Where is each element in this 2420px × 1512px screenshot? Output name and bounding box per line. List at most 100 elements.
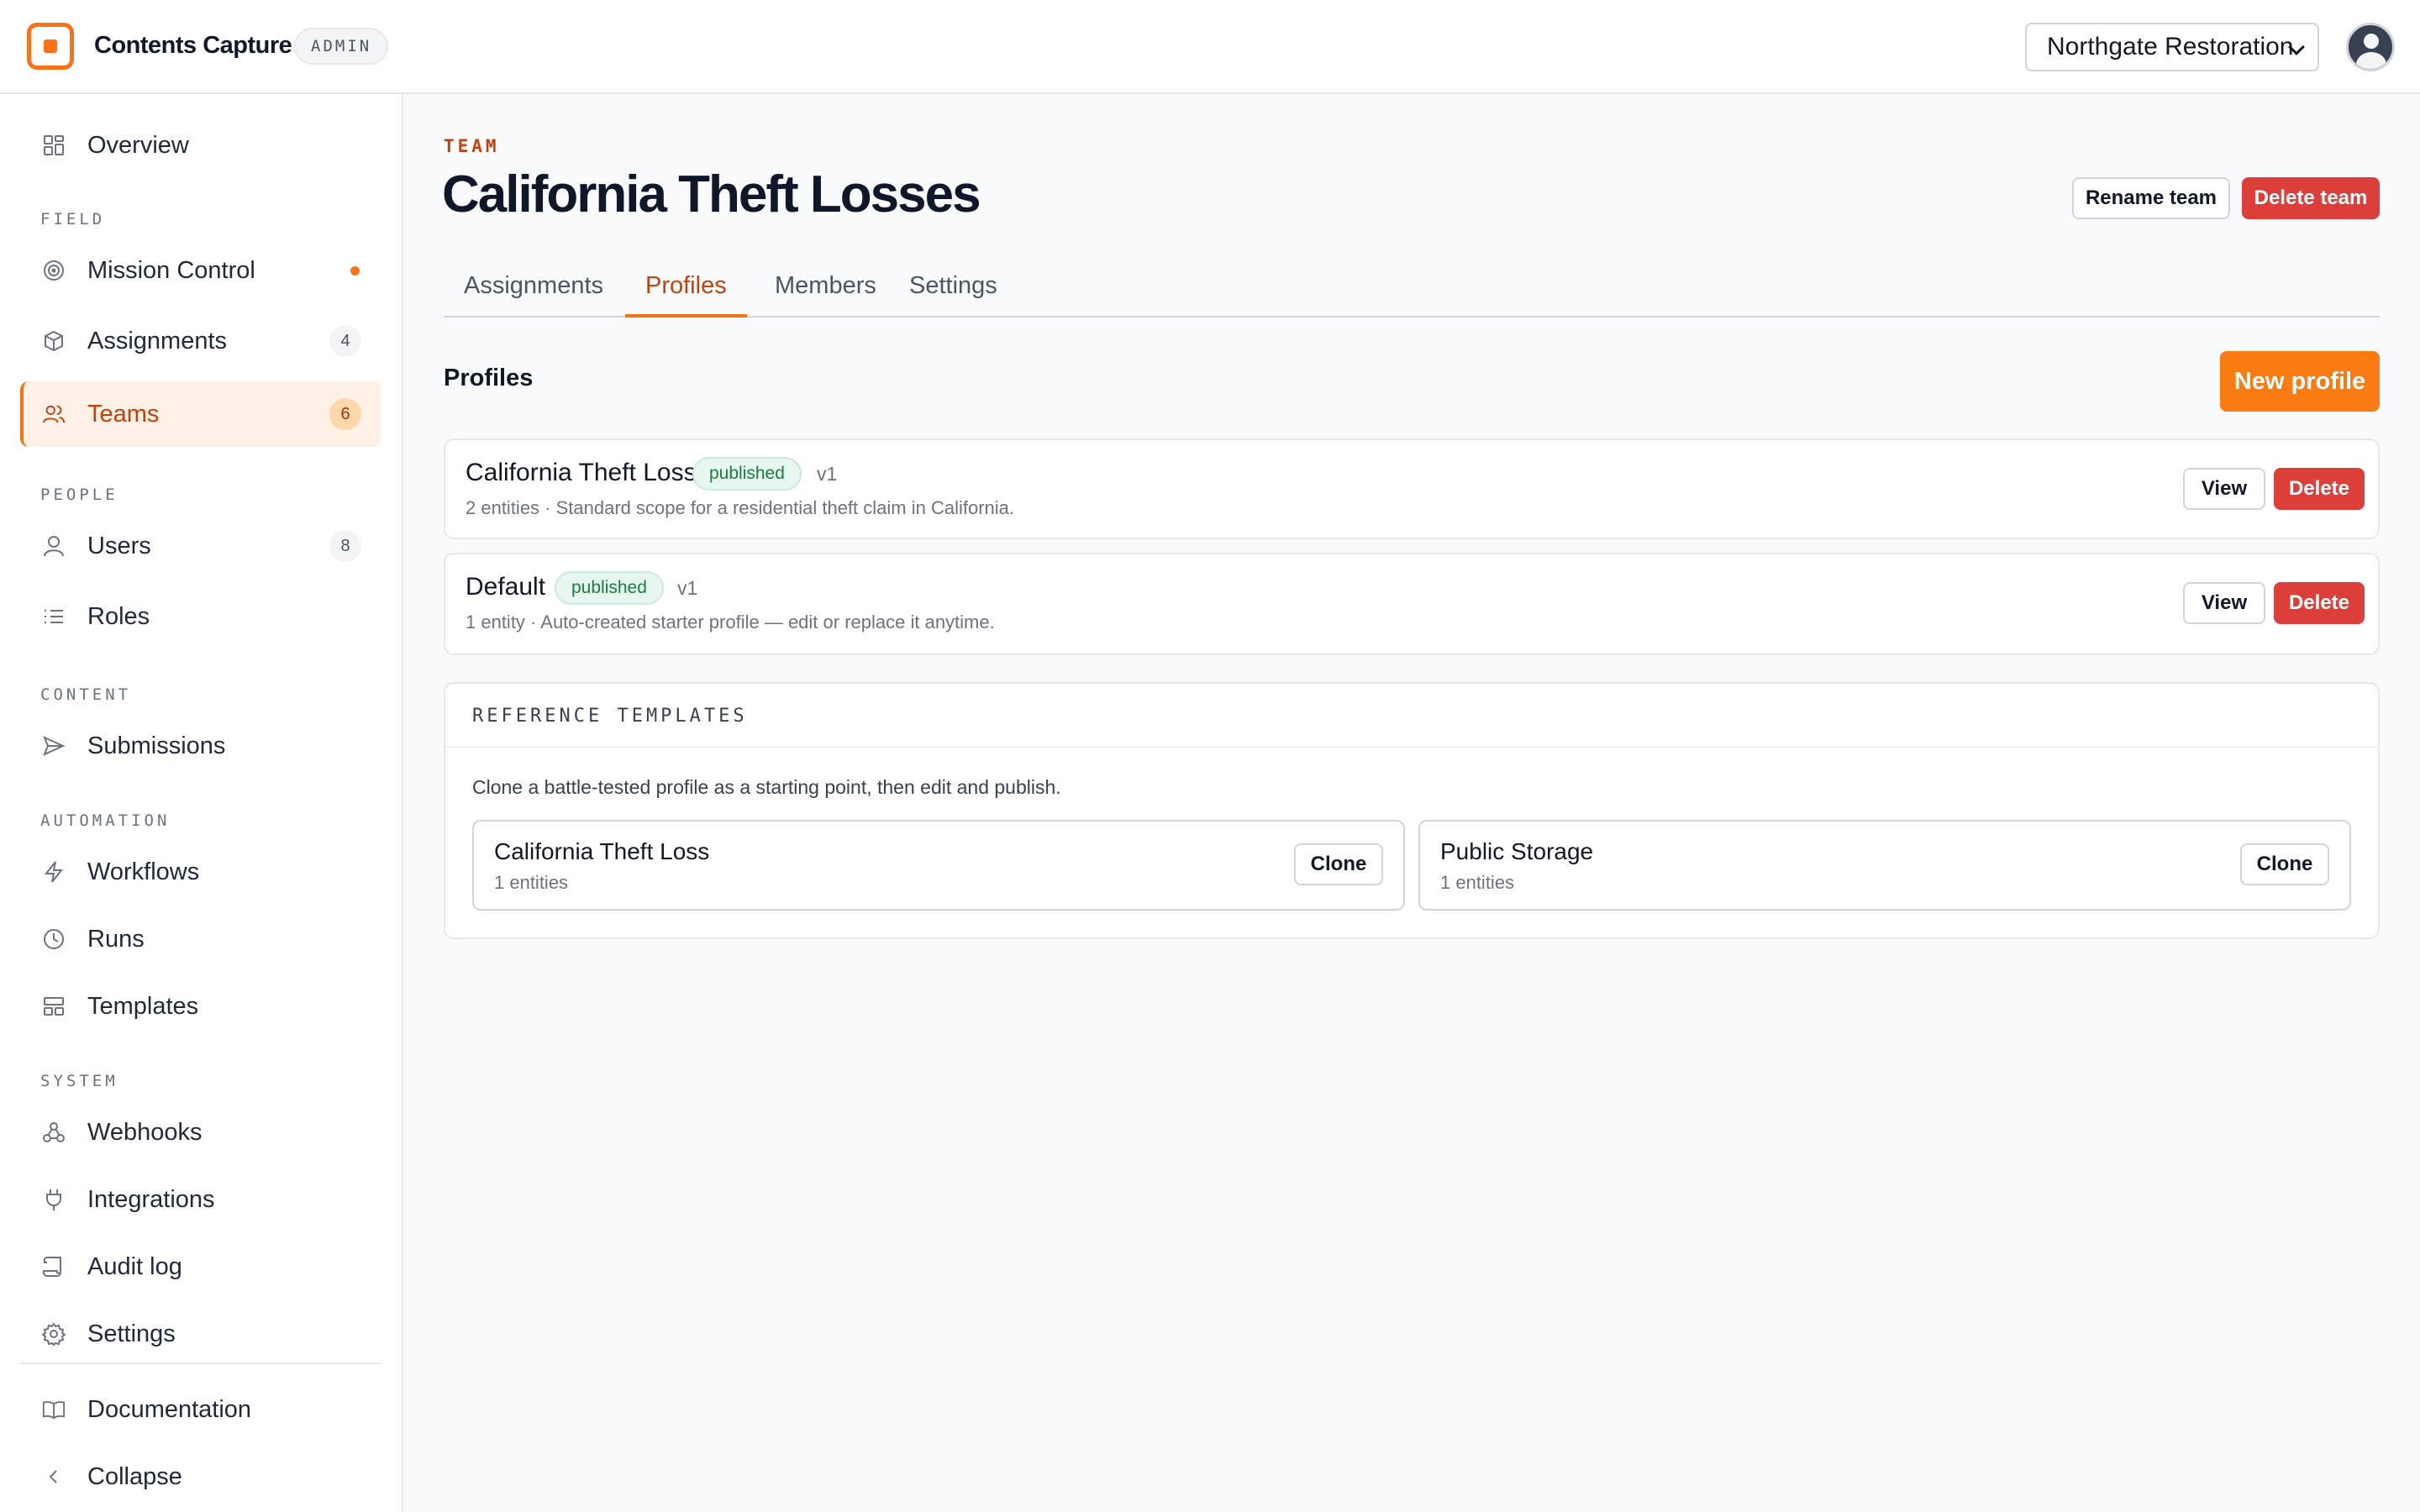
sidebar-item-label: Integrations [87, 1185, 215, 1213]
app-title: Contents Capture [94, 32, 292, 59]
delete-profile-button[interactable]: Delete [2274, 582, 2365, 624]
profile-name[interactable]: Default [466, 573, 545, 601]
sidebar-item-overview[interactable]: Overview [20, 113, 381, 178]
profile-name[interactable]: California Theft Loss [466, 459, 697, 487]
profile-card: Default published v1 1 entity · Auto-cre… [444, 553, 2380, 655]
clone-template-button[interactable]: Clone [2240, 843, 2329, 885]
status-dot [350, 266, 360, 276]
page-eyebrow: TEAM [444, 136, 500, 156]
sidebar-item-label: Overview [87, 131, 189, 159]
sidebar-item-collapse[interactable]: Collapse [20, 1444, 381, 1509]
sidebar-item-label: Collapse [87, 1462, 182, 1490]
tab-assignments[interactable]: Assignments [444, 259, 623, 318]
gear-icon [42, 1322, 66, 1346]
reference-templates-header: REFERENCE TEMPLATES [445, 684, 2378, 748]
sidebar-item-settings[interactable]: Settings [20, 1301, 381, 1367]
section-label-content: CONTENT [40, 685, 132, 704]
sidebar-item-templates[interactable]: Templates [20, 974, 381, 1039]
sidebar-item-label: Users [87, 532, 151, 559]
rename-team-button[interactable]: Rename team [2072, 177, 2230, 219]
sidebar-item-documentation[interactable]: Documentation [20, 1377, 381, 1442]
sidebar-item-label: Mission Control [87, 256, 255, 284]
sidebar-item-label: Settings [87, 1320, 176, 1347]
profile-version: v1 [817, 463, 838, 485]
users-icon [42, 402, 66, 426]
delete-team-button[interactable]: Delete team [2242, 177, 2380, 219]
reference-templates-label: REFERENCE TEMPLATES [472, 706, 748, 727]
top-bar: Contents Capture ADMIN Northgate Restora… [0, 0, 2420, 94]
plug-icon [42, 1188, 66, 1211]
avatar[interactable] [2346, 23, 2395, 71]
view-profile-button[interactable]: View [2183, 468, 2265, 510]
template-card: California Theft Loss 1 entities Clone [472, 820, 1405, 911]
send-icon [42, 734, 66, 758]
webhook-icon [42, 1121, 66, 1144]
section-label-system: SYSTEM [40, 1072, 118, 1090]
sidebar-item-mission-control[interactable]: Mission Control [20, 238, 381, 303]
sidebar-item-label: Assignments [87, 327, 228, 354]
count-badge: 8 [329, 530, 361, 562]
list-icon [42, 605, 66, 628]
sidebar-item-runs[interactable]: Runs [20, 906, 381, 972]
status-badge: published [555, 571, 664, 605]
tab-members[interactable]: Members [755, 259, 897, 318]
org-select[interactable]: Northgate Restoration [2025, 23, 2319, 71]
sidebar-item-teams[interactable]: Teams 6 [20, 381, 381, 447]
profiles-heading: Profiles [444, 365, 534, 391]
clone-template-button[interactable]: Clone [1294, 843, 1383, 885]
cube-icon [42, 329, 66, 353]
sidebar-item-label: Audit log [87, 1252, 182, 1280]
sidebar-item-label: Documentation [87, 1395, 252, 1423]
sidebar-item-label: Webhooks [87, 1118, 203, 1146]
sidebar-item-webhooks[interactable]: Webhooks [20, 1100, 381, 1165]
tab-profiles[interactable]: Profiles [625, 259, 747, 318]
chevron-left-icon [42, 1465, 66, 1488]
status-badge: published [692, 457, 802, 491]
sidebar-item-label: Roles [87, 602, 150, 630]
sidebar-item-assignments[interactable]: Assignments 4 [20, 308, 381, 374]
template-name: California Theft Loss [494, 838, 710, 864]
sidebar-item-label: Workflows [87, 858, 200, 885]
main-content: TEAM California Theft Losses Rename team… [403, 94, 2420, 1512]
sidebar-item-roles[interactable]: Roles [20, 584, 381, 649]
layout-icon [42, 995, 66, 1018]
sidebar-item-label: Runs [87, 925, 145, 953]
section-label-people: PEOPLE [40, 486, 118, 504]
sidebar-item-label: Teams [87, 400, 160, 428]
view-profile-button[interactable]: View [2183, 582, 2265, 624]
tab-settings[interactable]: Settings [889, 259, 1018, 318]
template-name: Public Storage [1440, 838, 1594, 864]
sidebar-divider [20, 1362, 381, 1364]
template-entity-count: 1 entities [1440, 872, 1515, 893]
profile-description: 2 entities · Standard scope for a reside… [466, 497, 1014, 518]
count-badge: 6 [329, 398, 361, 430]
book-icon [42, 1398, 66, 1421]
org-select-value: Northgate Restoration [2047, 33, 2294, 60]
sidebar: Overview FIELD Mission Control Assignmen… [0, 94, 403, 1512]
admin-badge: ADMIN [294, 28, 389, 65]
sidebar-item-audit-log[interactable]: Audit log [20, 1234, 381, 1299]
sidebar-item-workflows[interactable]: Workflows [20, 839, 381, 905]
grid-icon [42, 134, 66, 157]
delete-profile-button[interactable]: Delete [2274, 468, 2365, 510]
section-label-field: FIELD [40, 210, 106, 228]
profile-description: 1 entity · Auto-created starter profile … [466, 612, 995, 633]
bolt-icon [42, 860, 66, 884]
sidebar-item-integrations[interactable]: Integrations [20, 1167, 381, 1232]
tab-bar: Assignments Profiles Members Settings [444, 259, 2380, 318]
template-card: Public Storage 1 entities Clone [1418, 820, 2351, 911]
sidebar-item-submissions[interactable]: Submissions [20, 713, 381, 779]
clock-icon [42, 927, 66, 951]
app-logo-icon[interactable] [27, 23, 74, 70]
section-label-automation: AUTOMATION [40, 811, 171, 830]
sidebar-item-label: Submissions [87, 732, 226, 759]
target-icon [42, 259, 66, 282]
new-profile-button[interactable]: New profile [2220, 351, 2380, 412]
template-entity-count: 1 entities [494, 872, 569, 893]
scroll-icon [42, 1255, 66, 1278]
profile-card: California Theft Loss published v1 2 ent… [444, 438, 2380, 539]
sidebar-item-label: Templates [87, 992, 199, 1020]
count-badge: 4 [329, 325, 361, 357]
avatar-head-shape [2364, 34, 2379, 49]
sidebar-item-users[interactable]: Users 8 [20, 513, 381, 579]
